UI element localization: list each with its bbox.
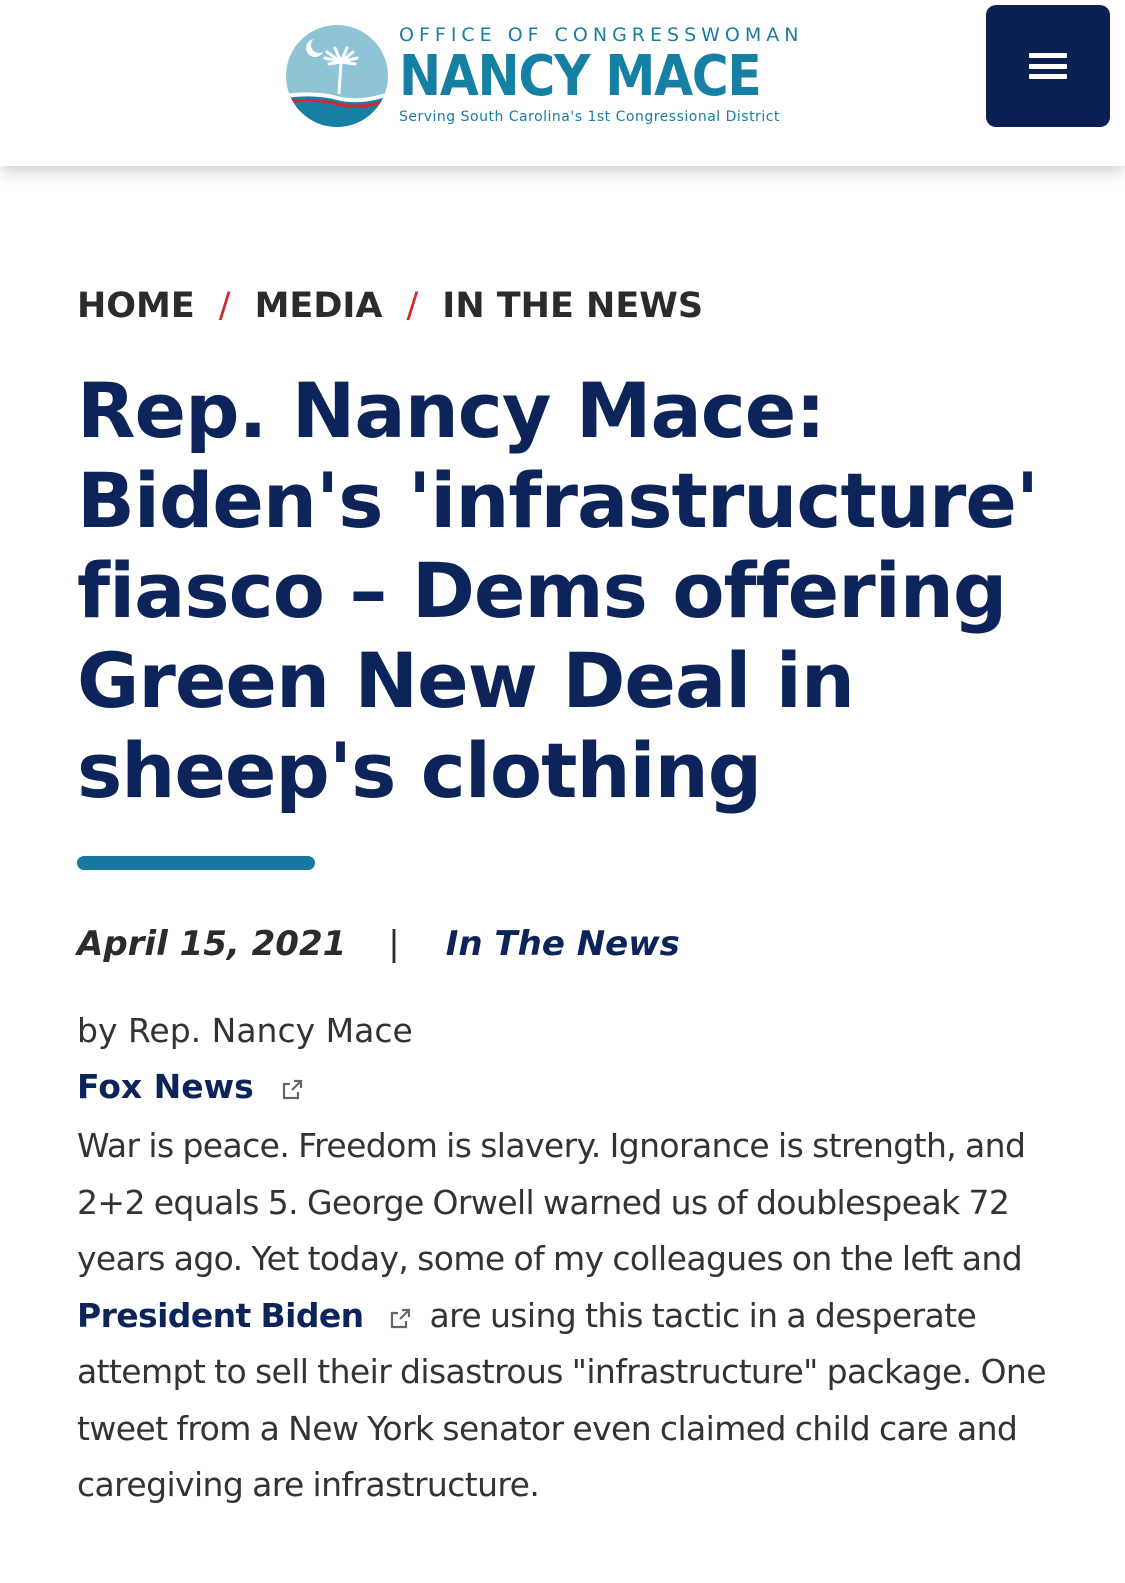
body-text-part: War is peace. Freedom is slavery. Ignora… xyxy=(77,1126,1026,1278)
breadcrumb-home[interactable]: HOME xyxy=(77,282,195,330)
source-line: Fox News xyxy=(77,1062,1047,1112)
external-link-icon xyxy=(282,1079,302,1100)
site-header: OFFICE OF CONGRESSWOMAN NANCY MACE Servi… xyxy=(0,0,1125,166)
category-link[interactable]: In The News xyxy=(446,922,680,966)
breadcrumb-media[interactable]: MEDIA xyxy=(255,282,383,330)
article-meta: April 15, 2021 | In The News xyxy=(77,922,1047,966)
article-byline: by Rep. Nancy Mace xyxy=(77,1011,413,1050)
logo-text: OFFICE OF CONGRESSWOMAN NANCY MACE Servi… xyxy=(399,24,829,126)
menu-bar xyxy=(1029,74,1067,79)
meta-separator: | xyxy=(388,924,400,964)
source-link[interactable]: Fox News xyxy=(77,1067,254,1106)
external-link-icon xyxy=(390,1308,410,1328)
article-body: War is peace. Freedom is slavery. Ignora… xyxy=(77,1118,1047,1514)
article-date: April 15, 2021 xyxy=(77,924,347,964)
article-title: Rep. Nancy Mace: Biden's 'infrastructure… xyxy=(77,366,1039,815)
breadcrumb: HOME / MEDIA / IN THE NEWS xyxy=(77,282,1047,330)
president-biden-link[interactable]: President Biden xyxy=(77,1296,364,1335)
palmetto-seal-icon xyxy=(286,25,388,127)
title-underline xyxy=(77,856,315,870)
menu-bar xyxy=(1029,63,1067,69)
breadcrumb-in-the-news[interactable]: IN THE NEWS xyxy=(442,282,703,330)
breadcrumb-separator: / xyxy=(218,286,231,326)
breadcrumb-separator: / xyxy=(406,286,419,326)
menu-button[interactable] xyxy=(986,5,1110,127)
menu-bar xyxy=(1029,53,1067,58)
site-logo[interactable]: OFFICE OF CONGRESSWOMAN NANCY MACE Servi… xyxy=(285,18,830,136)
logo-name: NANCY MACE xyxy=(399,44,762,109)
article-content: HOME / MEDIA / IN THE NEWS Rep. Nancy Ma… xyxy=(77,282,1047,1514)
logo-district-line: Serving South Carolina's 1st Congression… xyxy=(399,109,780,125)
hamburger-menu-icon xyxy=(1029,53,1067,79)
logo-office-line: OFFICE OF CONGRESSWOMAN xyxy=(399,24,804,46)
